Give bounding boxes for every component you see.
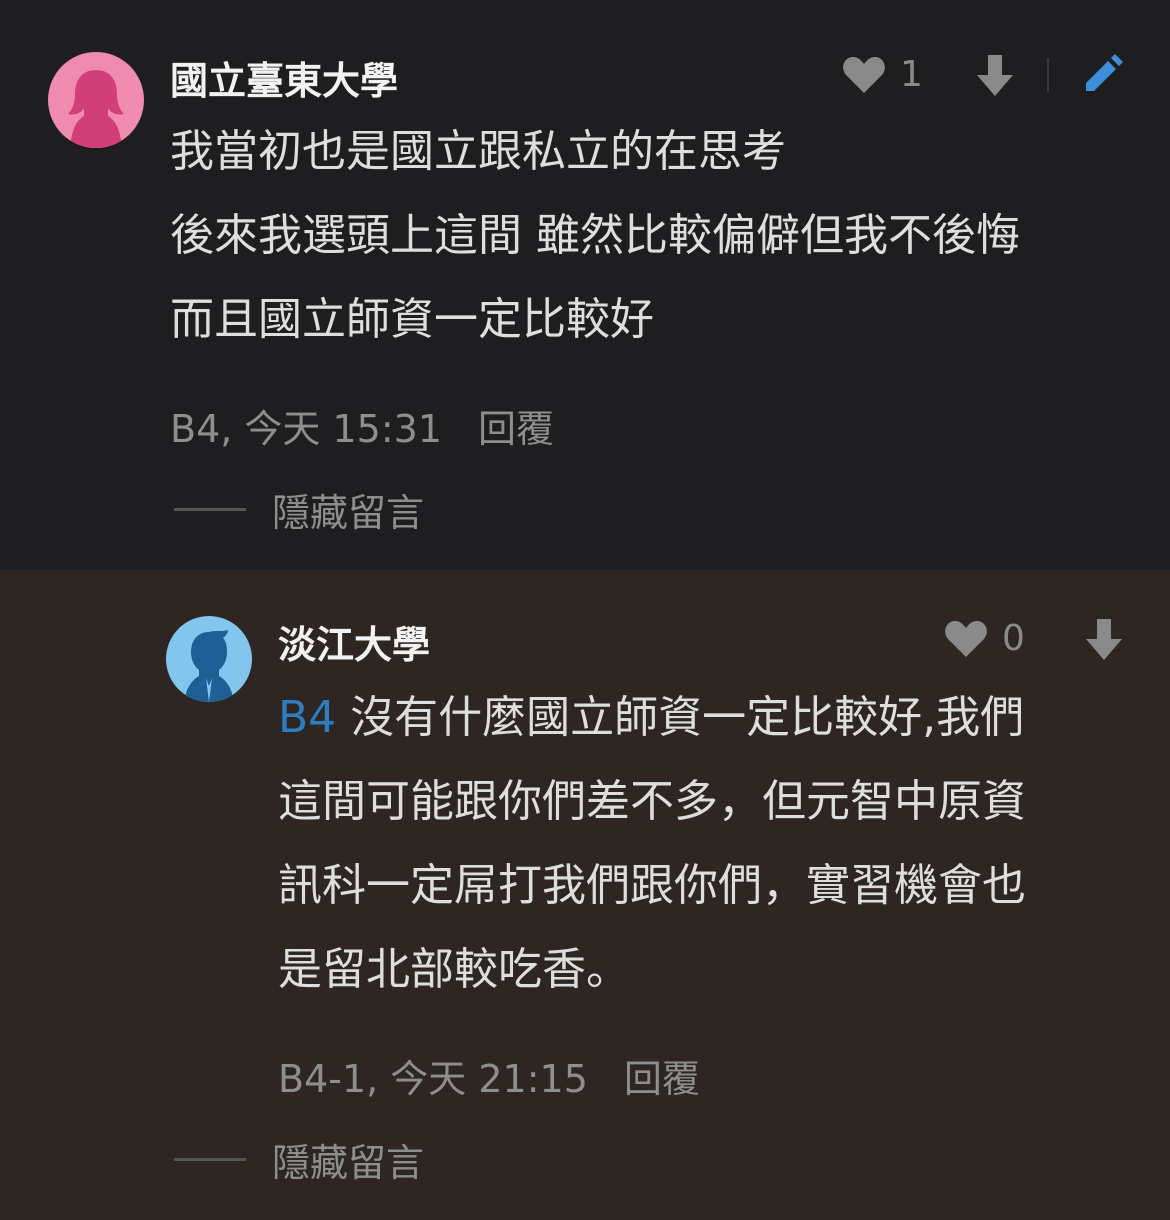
like-button[interactable]: 1: [842, 54, 923, 95]
dash-icon: [174, 508, 246, 511]
comment-meta: B4-1, 今天 21:15 回覆: [278, 1048, 700, 1103]
comment-meta: B4, 今天 15:31 回覆: [170, 398, 554, 453]
action-separator: [1047, 58, 1049, 92]
author-name[interactable]: 淡江大學: [278, 614, 430, 669]
like-count: 0: [1002, 618, 1025, 659]
comment-line: 訊科一定屌打我們跟你們，實習機會也: [278, 860, 1026, 911]
avatar-male[interactable]: [166, 616, 252, 702]
comment-line: 而且國立師資一定比較好: [170, 294, 654, 345]
comment-b4-1: 淡江大學 0 B4 沒有什麼國立師資一定比較好,我們 這間可能跟你們差不多，但元智…: [0, 570, 1170, 1220]
comment-line: 後來我選頭上這間 雖然比較偏僻但我不後悔: [170, 210, 1020, 261]
comment-line: 這間可能跟你們差不多，但元智中原資: [278, 776, 1026, 827]
like-button[interactable]: 0: [944, 618, 1025, 659]
mention-link[interactable]: B4: [278, 692, 336, 743]
floor-timestamp: B4-1, 今天 21:15: [278, 1057, 588, 1101]
reply-button[interactable]: 回覆: [624, 1057, 700, 1101]
like-count: 1: [900, 54, 923, 95]
hide-comment-button[interactable]: 隱藏留言: [174, 1132, 424, 1187]
heart-icon: [843, 56, 885, 93]
comment-line: 是留北部較吃香。: [278, 944, 630, 995]
hide-comment-label: 隱藏留言: [272, 491, 425, 535]
reply-button[interactable]: 回覆: [478, 407, 554, 451]
floor-timestamp: B4, 今天 15:31: [170, 407, 442, 451]
dash-icon: [174, 1158, 246, 1161]
comment-body: B4 沒有什麼國立師資一定比較好,我們 這間可能跟你們差不多，但元智中原資 訊科一…: [278, 676, 1026, 1012]
comment-line: B4 沒有什麼國立師資一定比較好,我們: [278, 676, 1026, 760]
comment-line: 我當初也是國立跟私立的在思考: [170, 126, 786, 177]
hide-comment-button[interactable]: 隱藏留言: [174, 482, 424, 537]
comment-b4: 國立臺東大學 1 我當初也是國立跟私立的在思考 後來我選頭上這間 雖然比較偏僻但…: [0, 0, 1170, 570]
heart-icon: [945, 620, 987, 657]
comment-line-text: 沒有什麼國立師資一定比較好,我們: [350, 692, 1025, 743]
comment-body: 我當初也是國立跟私立的在思考 後來我選頭上這間 雖然比較偏僻但我不後悔 而且國立…: [170, 110, 1020, 362]
hide-comment-label: 隱藏留言: [272, 1141, 425, 1185]
thumbs-down-icon[interactable]: [1085, 619, 1123, 661]
thumbs-down-icon[interactable]: [976, 55, 1014, 97]
edit-pencil-icon[interactable]: [1084, 53, 1124, 93]
author-name[interactable]: 國立臺東大學: [170, 50, 398, 105]
avatar-female[interactable]: [48, 52, 144, 148]
